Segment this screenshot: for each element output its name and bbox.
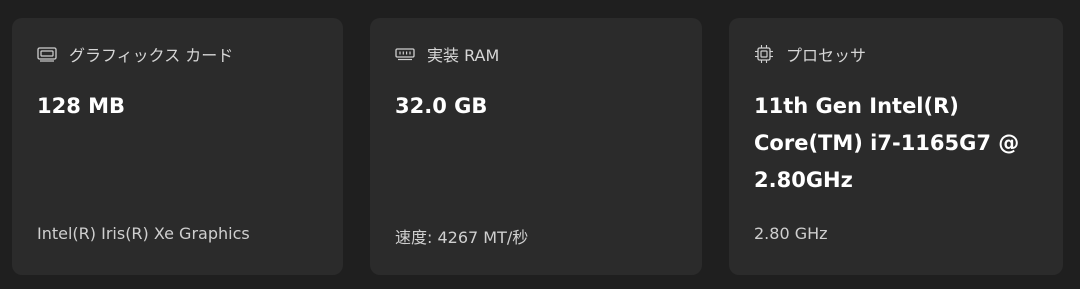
card-header: グラフィックス カード <box>37 43 233 65</box>
card-title: 実装 RAM <box>427 46 500 65</box>
graphics-card-icon <box>37 44 57 64</box>
card-value: 128 MB <box>37 94 126 118</box>
processor-card: プロセッサ 11th Gen Intel(R) Core(TM) i7-1165… <box>729 18 1063 275</box>
card-header: 実装 RAM <box>395 43 499 65</box>
device-specs-cards: グラフィックス カード 128 MB Intel(R) Iris(R) Xe G… <box>0 0 1080 289</box>
card-subtitle: 速度: 4267 MT/秒 <box>395 228 529 247</box>
card-subtitle: Intel(R) Iris(R) Xe Graphics <box>37 224 250 243</box>
card-title: プロセッサ <box>786 46 867 65</box>
card-value: 32.0 GB <box>395 94 488 118</box>
card-title: グラフィックス カード <box>69 46 234 65</box>
card-value: 11th Gen Intel(R) Core(TM) i7-1165G7 @ 2… <box>754 94 1020 192</box>
card-header: プロセッサ <box>754 43 866 65</box>
processor-icon <box>754 44 774 64</box>
memory-card: 実装 RAM 32.0 GB 速度: 4267 MT/秒 <box>370 18 702 275</box>
memory-icon <box>395 44 415 64</box>
card-subtitle: 2.80 GHz <box>754 224 828 243</box>
graphics-card-card: グラフィックス カード 128 MB Intel(R) Iris(R) Xe G… <box>12 18 343 275</box>
